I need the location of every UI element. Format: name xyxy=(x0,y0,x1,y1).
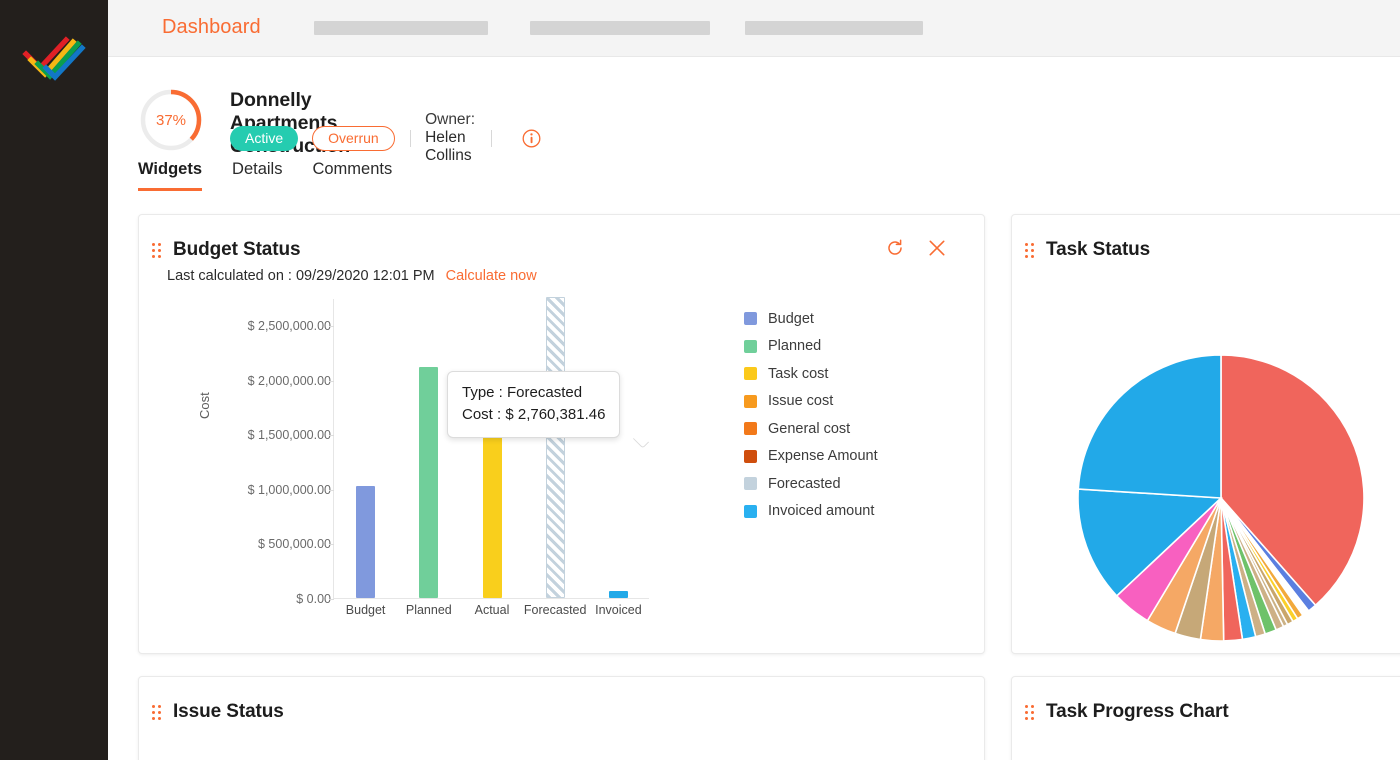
widget-task-progress-chart: Task Progress Chart xyxy=(1011,676,1400,760)
owner-name: Helen Collins xyxy=(425,129,472,164)
legend-label: General cost xyxy=(768,421,850,437)
widget-tabs: Widgets Details Comments xyxy=(138,160,392,191)
x-tick-label: Forecasted xyxy=(524,603,587,617)
y-tick-mark xyxy=(329,326,334,327)
legend-swatch-icon xyxy=(744,422,757,435)
widget-title: Task Status xyxy=(1046,239,1150,261)
legend-swatch-icon xyxy=(744,367,757,380)
x-tick-label: Planned xyxy=(406,603,452,617)
legend-label: Planned xyxy=(768,338,821,354)
legend-swatch-icon xyxy=(744,395,757,408)
legend-label: Forecasted xyxy=(768,476,841,492)
legend-swatch-icon xyxy=(744,477,757,490)
y-tick-mark xyxy=(329,490,334,491)
budget-last-calculated: Last calculated on : 09/29/2020 12:01 PM… xyxy=(167,268,537,284)
project-owner: Owner: Helen Collins xyxy=(425,111,476,165)
y-tick-mark xyxy=(329,381,334,382)
drag-handle-icon[interactable] xyxy=(1025,705,1035,720)
zoho-projects-checkmark-logo[interactable] xyxy=(22,28,86,84)
legend-swatch-icon xyxy=(744,312,757,325)
nav-placeholder-1[interactable] xyxy=(314,21,488,35)
project-progress-ring: 37% xyxy=(138,87,204,153)
legend-item[interactable]: Task cost xyxy=(744,360,878,388)
y-tick-mark xyxy=(329,599,334,600)
bar-planned[interactable] xyxy=(419,367,438,598)
drag-handle-icon[interactable] xyxy=(152,243,162,258)
legend-label: Expense Amount xyxy=(768,448,878,464)
bar-forecasted[interactable] xyxy=(546,297,565,598)
status-badge-active[interactable]: Active xyxy=(230,126,298,151)
y-tick-label: $ 1,500,000.00 xyxy=(248,428,331,442)
task-status-pie-chart xyxy=(1076,353,1366,648)
legend-label: Task cost xyxy=(768,366,828,382)
widget-task-status: Task Status xyxy=(1011,214,1400,654)
info-circle-icon[interactable] xyxy=(522,129,541,148)
legend-item[interactable]: Budget xyxy=(744,305,878,333)
page-title: Dashboard xyxy=(162,16,261,39)
tab-details[interactable]: Details xyxy=(232,160,282,191)
legend-item[interactable]: Expense Amount xyxy=(744,443,878,471)
x-tick-label: Invoiced xyxy=(595,603,642,617)
x-tick-label: Budget xyxy=(346,603,386,617)
tab-widgets[interactable]: Widgets xyxy=(138,160,202,191)
tooltip-line-type: Type : Forecasted xyxy=(462,382,605,404)
legend-label: Invoiced amount xyxy=(768,503,874,519)
y-tick-mark xyxy=(329,435,334,436)
nav-placeholder-2[interactable] xyxy=(530,21,710,35)
legend-item[interactable]: Planned xyxy=(744,333,878,361)
y-tick-label: $ 500,000.00 xyxy=(258,537,331,551)
budget-bar-chart: Cost $ 0.00$ 500,000.00$ 1,000,000.00$ 1… xyxy=(139,299,986,639)
widget-title: Issue Status xyxy=(173,701,284,723)
drag-handle-icon[interactable] xyxy=(1025,243,1035,258)
bar-invoiced[interactable] xyxy=(609,591,628,598)
close-icon[interactable] xyxy=(928,239,946,257)
drag-handle-icon[interactable] xyxy=(152,705,162,720)
bar-actual[interactable] xyxy=(483,428,502,598)
project-progress-label: 37% xyxy=(138,87,204,153)
y-tick-label: $ 2,000,000.00 xyxy=(248,374,331,388)
chart-tooltip: Type : Forecasted Cost : $ 2,760,381.46 xyxy=(447,371,620,438)
plot-area: BudgetPlannedActualForecastedInvoiced xyxy=(333,299,649,599)
y-tick-label: $ 1,000,000.00 xyxy=(248,483,331,497)
legend-item[interactable]: Forecasted xyxy=(744,470,878,498)
status-badge-overrun[interactable]: Overrun xyxy=(312,126,395,151)
last-calculated-text: Last calculated on : 09/29/2020 12:01 PM xyxy=(167,268,435,284)
app-root: Dashboard 37% Donnelly Apartments Constr… xyxy=(0,0,1400,760)
tab-comments[interactable]: Comments xyxy=(312,160,392,191)
y-axis-ticks: $ 0.00$ 500,000.00$ 1,000,000.00$ 1,500,… xyxy=(199,299,331,599)
x-tick-label: Actual xyxy=(475,603,510,617)
legend-label: Issue cost xyxy=(768,393,833,409)
legend-item[interactable]: Invoiced amount xyxy=(744,498,878,526)
nav-placeholder-3[interactable] xyxy=(745,21,923,35)
legend-swatch-icon xyxy=(744,340,757,353)
owner-label: Owner: xyxy=(425,111,475,128)
legend-label: Budget xyxy=(768,311,814,327)
widget-title: Task Progress Chart xyxy=(1046,701,1229,723)
widget-title: Budget Status xyxy=(173,239,300,261)
legend-swatch-icon xyxy=(744,450,757,463)
y-tick-mark xyxy=(329,544,334,545)
widget-issue-status: Issue Status xyxy=(138,676,985,760)
chart-legend: Budget Planned Task cost Issue cost General … xyxy=(744,305,878,525)
left-rail xyxy=(0,0,108,760)
top-header-bar: Dashboard xyxy=(108,0,1400,57)
y-tick-label: $ 0.00 xyxy=(296,592,331,606)
legend-item[interactable]: Issue cost xyxy=(744,388,878,416)
refresh-icon[interactable] xyxy=(886,239,904,257)
bar-budget[interactable] xyxy=(356,486,375,598)
legend-item[interactable]: General cost xyxy=(744,415,878,443)
pie-slice[interactable] xyxy=(1078,355,1221,498)
legend-swatch-icon xyxy=(744,505,757,518)
tooltip-line-cost: Cost : $ 2,760,381.46 xyxy=(462,404,605,426)
calculate-now-link[interactable]: Calculate now xyxy=(446,268,537,284)
widget-budget-status: Budget Status Last calculated on : 09/29… xyxy=(138,214,985,654)
main-content: 37% Donnelly Apartments Construction Act… xyxy=(108,57,1400,760)
y-tick-label: $ 2,500,000.00 xyxy=(248,319,331,333)
